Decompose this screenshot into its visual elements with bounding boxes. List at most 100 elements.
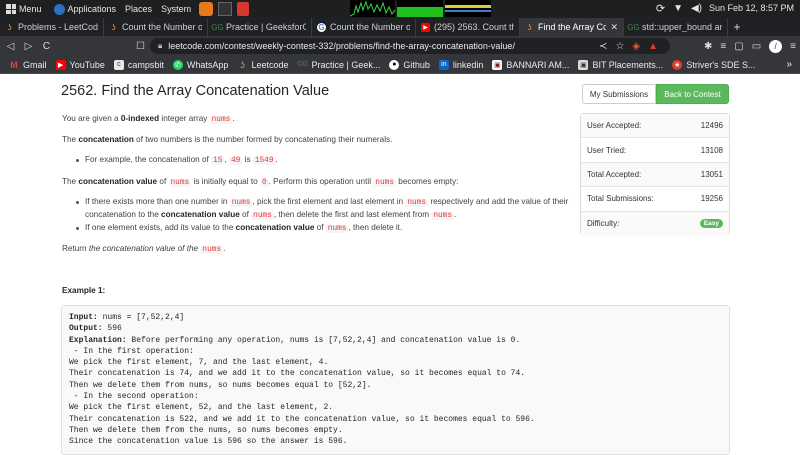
address-bar[interactable]: 🔒︎ leetcode.com/contest/weekly-contest-3… <box>150 38 670 54</box>
terminal-launcher-icon[interactable] <box>218 2 233 16</box>
bannari-icon: ▣ <box>492 59 503 70</box>
operation-rule-1: If there exists more than one number in … <box>85 197 569 220</box>
inline-code: nums <box>229 199 253 207</box>
leetcode-icon: ʖ <box>527 22 532 32</box>
concatenation-definition: The concatenation of two numbers is the … <box>62 135 393 144</box>
my-submissions-button[interactable]: My Submissions <box>582 84 656 104</box>
volume-icon[interactable]: ◀) <box>691 3 702 14</box>
inline-code: 49 <box>229 157 243 165</box>
wallet-icon[interactable]: ▭ <box>752 41 761 52</box>
bookmark-practice-gfg[interactable]: GG Practice | Geek... <box>297 60 380 70</box>
bit-icon: ▣ <box>578 59 589 70</box>
applications-menu[interactable]: Applications <box>53 3 117 15</box>
bookmark-label: BIT Placements... <box>592 59 664 70</box>
browser-menu-icon[interactable]: ≡ <box>790 41 796 52</box>
tab-title: Practice | GeeksforG <box>226 22 306 32</box>
bookmark-label: Gmail <box>23 59 47 70</box>
bookmark-label: linkedin <box>452 59 484 70</box>
applications-label: Applications <box>67 4 117 14</box>
bookmark-github[interactable]: ● Github <box>389 59 430 70</box>
bookmark-label: Practice | Geek... <box>311 59 381 70</box>
sidebar-icon[interactable]: ▢ <box>734 41 743 52</box>
tab-title: std::upper_bound an <box>642 22 722 32</box>
brave-shield-icon[interactable]: ◈ <box>632 41 640 52</box>
stat-total-accepted: Total Accepted: 13051 <box>581 162 729 188</box>
stat-user-accepted: User Accepted: 12496 <box>581 114 729 139</box>
inline-code: 0 <box>259 179 269 187</box>
more-bookmarks-icon[interactable]: » <box>786 59 792 70</box>
tab-practice-gfg[interactable]: GG Practice | GeeksforG <box>208 18 312 36</box>
tab-count-number-google[interactable]: G Count the Number of <box>312 18 416 36</box>
clock[interactable]: Sun Feb 12, 8:57 PM <box>709 3 794 13</box>
firefox-launcher-icon[interactable] <box>199 2 214 16</box>
bookmark-page-icon[interactable]: ☐ <box>133 41 148 52</box>
tab-youtube-2563[interactable]: ▶ (295) 2563. Count the <box>416 18 520 36</box>
forward-icon[interactable]: ▷ <box>21 41 36 52</box>
geeksforgeeks-icon: GG <box>627 22 640 32</box>
bullet-dot <box>76 201 79 204</box>
tab-problems-leetcode[interactable]: ʖ Problems - LeetCode <box>0 18 104 36</box>
striver-icon: ★ <box>672 59 683 70</box>
tab-find-array-concatenation[interactable]: ʖ Find the Array Con ✕ <box>520 18 624 36</box>
difficulty-badge: Easy <box>699 219 723 229</box>
bookmark-campsbit[interactable]: c campsbit <box>113 59 164 70</box>
browser-tab-strip: ʖ Problems - LeetCode ʖ Count the Number… <box>0 18 800 36</box>
leetcode-icon: ʖ <box>7 22 12 32</box>
star-icon[interactable]: ☆ <box>615 41 624 52</box>
browser-toolbar: ◁ ▷ C ☐ 🔒︎ leetcode.com/contest/weekly-c… <box>0 36 800 56</box>
extensions-icon[interactable]: ✱ <box>704 41 712 52</box>
youtube-icon: ▶ <box>55 59 66 70</box>
operation-rule-2: If one element exists, add its value to … <box>85 223 403 233</box>
example-code-block: Input: nums = [7,52,2,4] Output: 596 Exp… <box>61 305 730 455</box>
tab-upper-bound-gfg[interactable]: GG std::upper_bound an <box>624 18 728 36</box>
url-text[interactable]: leetcode.com/contest/weekly-contest-332/… <box>168 41 515 51</box>
problem-intro: You are given a 0-indexed integer array … <box>62 114 235 124</box>
inline-code: nums <box>200 246 224 254</box>
problem-title: 2562. Find the Array Concatenation Value <box>61 83 330 99</box>
memory-monitor-graph <box>397 0 443 17</box>
inline-code: 15 <box>211 157 225 165</box>
playlist-icon[interactable]: ≡ <box>720 41 726 52</box>
bookmark-label: YouTube <box>69 59 105 70</box>
inline-code: nums <box>168 179 192 187</box>
leetcode-icon: ʖ <box>240 59 245 70</box>
inline-code: nums <box>431 212 455 220</box>
close-tab-icon[interactable]: ✕ <box>610 22 618 33</box>
back-to-contest-button[interactable]: Back to Contest <box>656 84 729 104</box>
profile-icon[interactable]: / <box>769 39 783 53</box>
os-top-panel: Menu Applications Places System ⟳ ▼ ◀) S… <box>0 0 800 18</box>
inline-code: nums <box>325 225 349 233</box>
places-menu[interactable]: Places <box>125 4 152 14</box>
concatenation-value-definition: The concatenation value of nums is initi… <box>62 177 459 187</box>
bookmark-leetcode[interactable]: ʖ Leetcode <box>237 60 288 70</box>
rewards-icon[interactable]: ▲ <box>648 41 658 52</box>
places-label: Places <box>125 4 153 14</box>
stat-user-tried: User Tried: 13108 <box>581 138 729 163</box>
bookmark-linkedin[interactable]: in linkedin <box>438 59 484 70</box>
update-icon[interactable]: ⟳ <box>656 2 665 15</box>
share-icon[interactable]: ≺ <box>599 41 607 52</box>
document-viewer-launcher-icon[interactable] <box>237 2 250 16</box>
reload-icon[interactable]: C <box>39 41 54 52</box>
wifi-icon[interactable]: ▼ <box>673 3 683 14</box>
bookmark-striver[interactable]: ★ Striver's SDE S... <box>672 59 756 70</box>
bookmark-youtube[interactable]: ▶ YouTube <box>55 59 105 70</box>
menu-button[interactable]: Menu <box>6 4 42 14</box>
new-tab-button[interactable]: + <box>728 18 746 36</box>
bookmark-gmail[interactable]: M Gmail <box>9 59 47 70</box>
bookmark-bit-placements[interactable]: ▣ BIT Placements... <box>578 59 664 70</box>
gmail-icon: M <box>10 59 18 70</box>
network-monitor-graph <box>445 0 491 17</box>
tab-count-number-1[interactable]: ʖ Count the Number of <box>104 18 208 36</box>
inline-code: 1549 <box>252 157 276 165</box>
bookmark-label: Leetcode <box>251 59 289 70</box>
bookmark-bannari[interactable]: ▣ BANNARI AM... <box>492 59 569 70</box>
inline-code: nums <box>405 199 429 207</box>
campsbit-icon: c <box>113 59 124 70</box>
bookmark-whatsapp[interactable]: ✆ WhatsApp <box>172 59 228 70</box>
system-label: System <box>161 4 192 14</box>
system-menu[interactable]: System <box>161 4 191 14</box>
youtube-icon: ▶ <box>421 22 430 32</box>
back-icon[interactable]: ◁ <box>3 41 18 52</box>
applications-globe-icon <box>53 3 65 15</box>
